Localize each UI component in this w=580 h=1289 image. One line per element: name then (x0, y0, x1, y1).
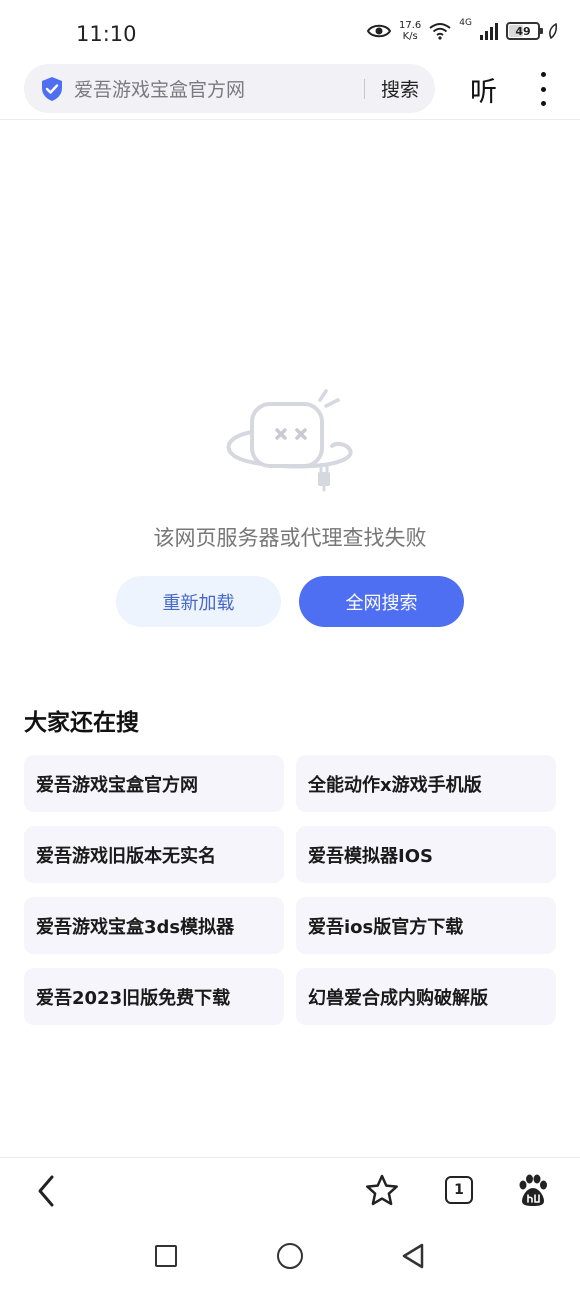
suggestions-title: 大家还在搜 (24, 710, 139, 736)
address-text[interactable]: 爱吾游戏宝盒官方网 (74, 75, 364, 102)
network-type: 4G (459, 18, 472, 28)
recents-square-icon[interactable] (155, 1245, 177, 1267)
top-divider (0, 119, 580, 120)
star-icon[interactable] (364, 1173, 400, 1209)
suggestion-item[interactable]: 幻兽爱合成内购破解版 (296, 968, 556, 1025)
eye-icon (367, 24, 392, 38)
suggestion-item[interactable]: 爱吾游戏旧版本无实名 (24, 826, 284, 883)
more-vertical-icon[interactable] (531, 72, 555, 106)
tab-count: 1 (454, 1182, 464, 1198)
bottom-divider (0, 1157, 580, 1158)
search-divider (363, 78, 365, 99)
home-circle-icon[interactable] (277, 1243, 303, 1269)
baidu-paw-icon[interactable] (517, 1174, 549, 1208)
suggestion-item[interactable]: 爱吾ios版官方下载 (296, 897, 556, 954)
status-bar: 11:10 17.6 K/s 4G 49 (0, 0, 580, 64)
suggestion-item[interactable]: 爱吾游戏宝盒官方网 (24, 755, 284, 812)
network-speed-unit: K/s (402, 31, 418, 42)
suggestions-grid: 爱吾游戏宝盒官方网 全能动作x游戏手机版 爱吾游戏旧版本无实名 爱吾模拟器IOS… (24, 755, 556, 1025)
battery-icon: 49 (506, 22, 543, 40)
reload-button[interactable]: 重新加载 (116, 576, 281, 627)
network-speed-value: 17.6 (399, 20, 422, 31)
network-speed: 17.6 K/s (399, 20, 421, 42)
wifi-icon (429, 23, 451, 40)
leaf-icon (549, 23, 557, 39)
search-button[interactable]: 搜索 (381, 75, 419, 102)
web-search-button[interactable]: 全网搜索 (299, 576, 464, 627)
status-time: 11:10 (76, 22, 137, 46)
broken-connection-illustration (226, 389, 353, 492)
battery-percent: 49 (515, 24, 531, 38)
suggestion-item[interactable]: 爱吾2023旧版免费下载 (24, 968, 284, 1025)
listen-button[interactable]: 听 (470, 70, 497, 109)
signal-icon (480, 23, 498, 40)
error-message: 该网页服务器或代理查找失败 (153, 526, 427, 550)
suggestion-item[interactable]: 全能动作x游戏手机版 (296, 755, 556, 812)
back-arrow-icon[interactable] (34, 1174, 60, 1208)
back-triangle-icon[interactable] (400, 1242, 426, 1270)
tabs-icon[interactable]: 1 (445, 1176, 473, 1204)
address-bar[interactable]: 爱吾游戏宝盒官方网 搜索 (24, 64, 435, 113)
shield-check-icon (42, 76, 62, 101)
suggestion-item[interactable]: 爱吾游戏宝盒3ds模拟器 (24, 897, 284, 954)
status-icons: 17.6 K/s 4G 49 (367, 18, 558, 42)
suggestion-item[interactable]: 爱吾模拟器IOS (296, 826, 556, 883)
